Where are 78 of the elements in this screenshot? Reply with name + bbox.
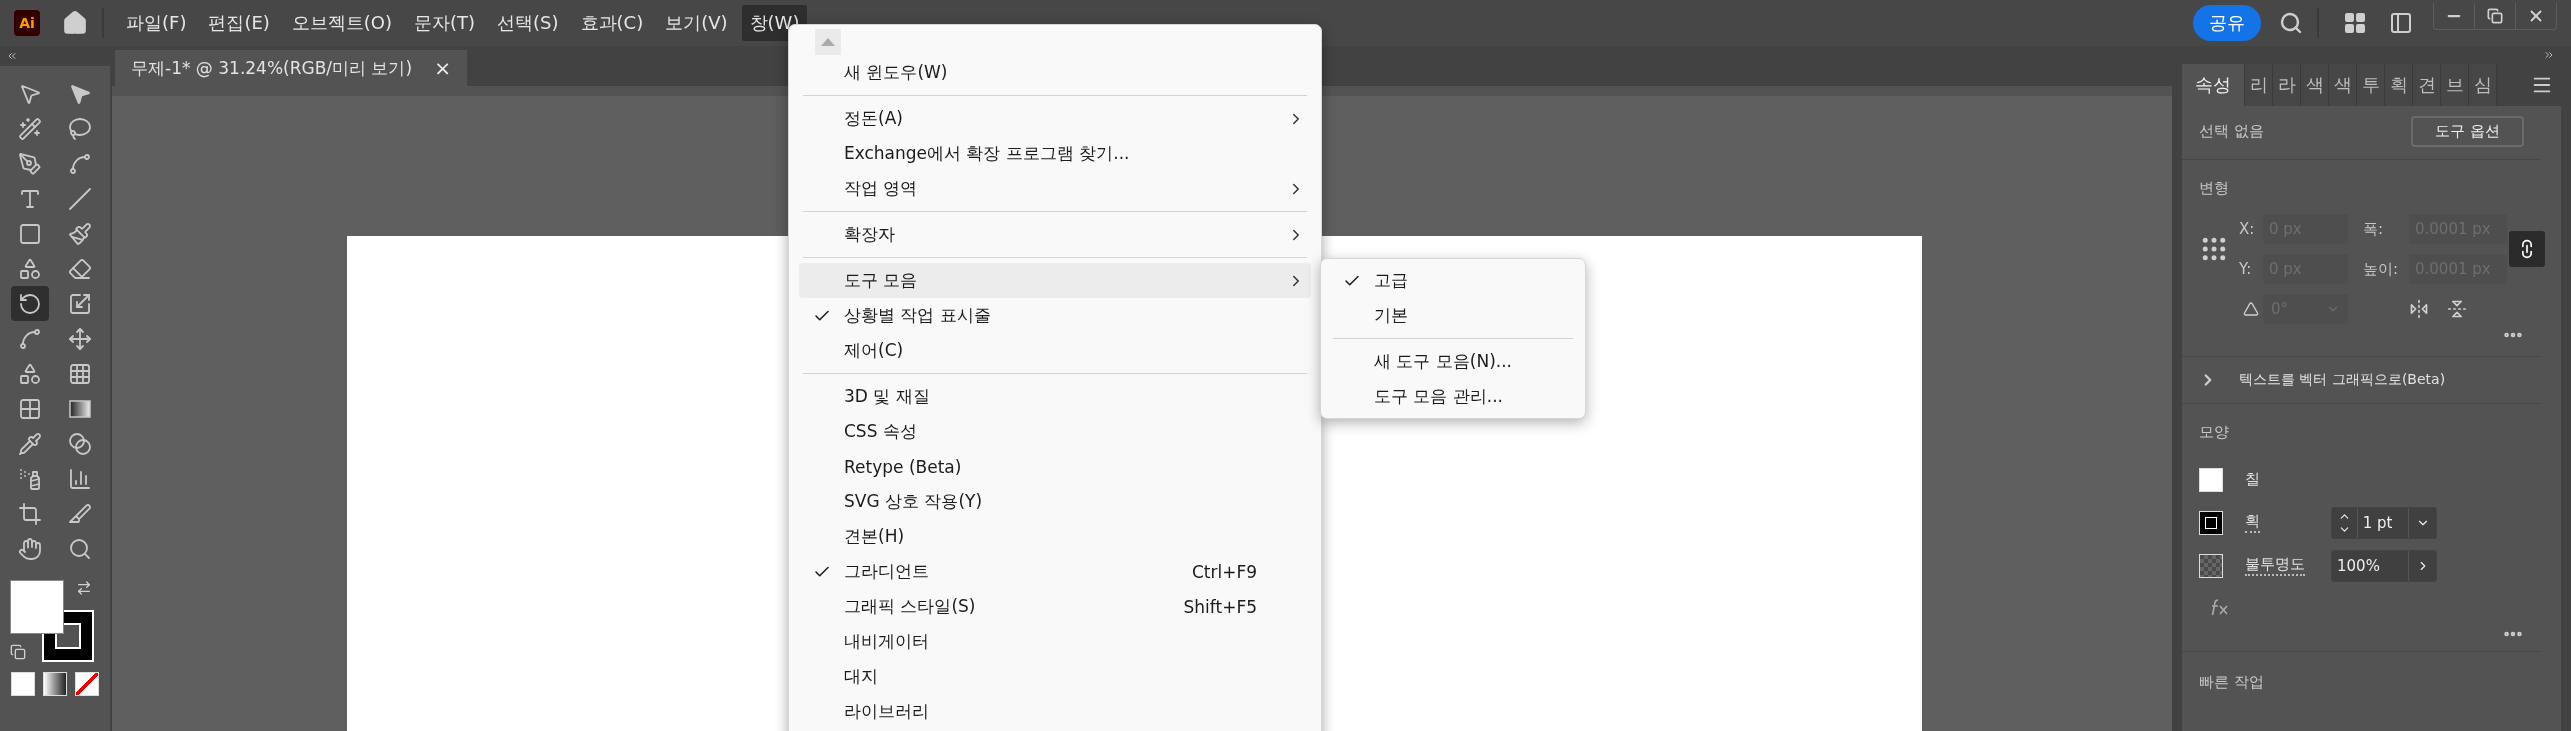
color-mode-icon[interactable] — [11, 672, 35, 696]
opacity-field[interactable]: 100% — [2331, 549, 2437, 582]
menu-item[interactable]: 작업 영역 — [799, 171, 1311, 206]
menu-item[interactable]: Exchange에서 확장 프로그램 찾기... — [799, 136, 1311, 171]
flip-horizontal-icon[interactable] — [2409, 299, 2429, 319]
menu-item[interactable]: 파일(F) — [118, 5, 195, 41]
fill-swatch[interactable] — [10, 580, 64, 634]
menu-item[interactable]: 견본(H) — [799, 519, 1311, 554]
menu-item[interactable]: 도구 모음 관리... — [1329, 379, 1577, 414]
menu-item[interactable]: 제어(C) — [799, 333, 1311, 368]
menu-item[interactable]: 그래픽 스타일(S) Shift+F5 — [799, 589, 1311, 624]
stroke-label[interactable]: 획 — [2245, 512, 2260, 533]
menu-item[interactable]: Retype (Beta) — [799, 449, 1311, 484]
shortcut-label: Shift+F5 — [1183, 596, 1257, 617]
fill-label: 칠 — [2245, 470, 2260, 489]
section-title: 모양 — [2199, 423, 2229, 441]
section-title[interactable]: 텍스트를 벡터 그래픽으로(Beta) — [2239, 371, 2446, 389]
flip-vertical-icon[interactable] — [2447, 299, 2467, 319]
panel-tab[interactable]: 심 — [2469, 64, 2497, 106]
share-button[interactable]: 공유 — [2193, 5, 2261, 41]
rotate-icon[interactable] — [11, 286, 49, 321]
gradient-mode-icon[interactable] — [43, 672, 67, 696]
menu-item[interactable]: 정돈(A) — [799, 101, 1311, 136]
section-title: 빠른 작업 — [2199, 673, 2264, 691]
menu-item[interactable]: 선택(S) — [489, 5, 567, 41]
panel-tab[interactable]: 투 — [2357, 64, 2385, 106]
swap-icon[interactable] — [76, 580, 92, 596]
menu-item[interactable]: CSS 속성 — [799, 414, 1311, 449]
menu-item[interactable]: 대지 — [799, 659, 1311, 694]
menu-item[interactable]: 3D 및 재질 — [799, 379, 1311, 414]
collapse-icon[interactable] — [6, 50, 18, 62]
app-logo: Ai — [14, 10, 40, 36]
panel-tab[interactable]: 획 — [2385, 64, 2413, 106]
menu-item[interactable]: 문자(T) — [406, 5, 484, 41]
opacity-label[interactable]: 불투명도 — [2245, 555, 2305, 576]
opacity-swatch — [2199, 553, 2223, 578]
stroke-swatch[interactable] — [2199, 510, 2223, 535]
menu-item[interactable]: 새 윈도우(W) — [799, 55, 1311, 90]
section-title: 변형 — [2199, 179, 2229, 197]
field-label: Y: — [2239, 260, 2253, 278]
link-icon[interactable] — [2509, 231, 2545, 267]
field-label: 폭: — [2363, 219, 2385, 239]
menu-item[interactable]: SVG 상호 작용(Y) — [799, 484, 1311, 519]
menu-item[interactable]: 편집(E) — [200, 5, 278, 41]
field-label: 높이: — [2363, 259, 2400, 279]
panel-tab[interactable]: 속성 — [2182, 64, 2245, 106]
layout-icon[interactable] — [2343, 11, 2367, 35]
menu-item[interactable]: 오브젝트(O) — [283, 5, 401, 41]
menu-item[interactable]: 고급 — [1329, 263, 1577, 298]
panel-tab[interactable]: 라 — [2273, 64, 2301, 106]
menu-item[interactable]: 내비게이터 — [799, 624, 1311, 659]
menu-item[interactable]: 보기(V) — [657, 5, 736, 41]
menu-item[interactable]: 그라디언트 Ctrl+F9 — [799, 554, 1311, 589]
panel-tab[interactable]: 색 — [2301, 64, 2329, 106]
search-icon[interactable] — [2279, 11, 2303, 35]
expand-icon[interactable] — [2543, 49, 2555, 61]
tab-close-button[interactable]: × — [434, 56, 451, 80]
tool-options-button[interactable]: 도구 옵션 — [2411, 116, 2524, 147]
document-tab[interactable]: 무제-1* @ 31.24%(RGB/미리 보기) × — [115, 50, 467, 86]
menu-item[interactable]: 라이브러리 — [799, 694, 1311, 729]
none-mode-icon[interactable] — [75, 672, 99, 696]
default-colors-icon[interactable] — [10, 644, 26, 660]
home-icon[interactable] — [62, 10, 88, 36]
menu-item[interactable]: 기본 — [1329, 298, 1577, 333]
panel-tab[interactable]: 브 — [2441, 64, 2469, 106]
menu-item[interactable]: 도구 모음 — [799, 263, 1311, 298]
panel-icon[interactable] — [2389, 11, 2413, 35]
shortcut-label: Ctrl+F9 — [1191, 561, 1257, 582]
menu-item[interactable]: 새 도구 모음(N)... — [1329, 344, 1577, 379]
panel-tab[interactable]: 색 — [2329, 64, 2357, 106]
menu-item[interactable]: 확장자 — [799, 217, 1311, 252]
menu-item[interactable]: 효과(C) — [572, 5, 652, 41]
panel-tab[interactable]: 견 — [2413, 64, 2441, 106]
menu-item[interactable]: 상황별 작업 표시줄 — [799, 298, 1311, 333]
field-label: X: — [2239, 220, 2256, 238]
panel-tab[interactable]: 리 — [2245, 64, 2273, 106]
selection-label: 선택 없음 — [2199, 122, 2264, 141]
stroke-weight-field[interactable]: 1 pt — [2331, 506, 2437, 539]
